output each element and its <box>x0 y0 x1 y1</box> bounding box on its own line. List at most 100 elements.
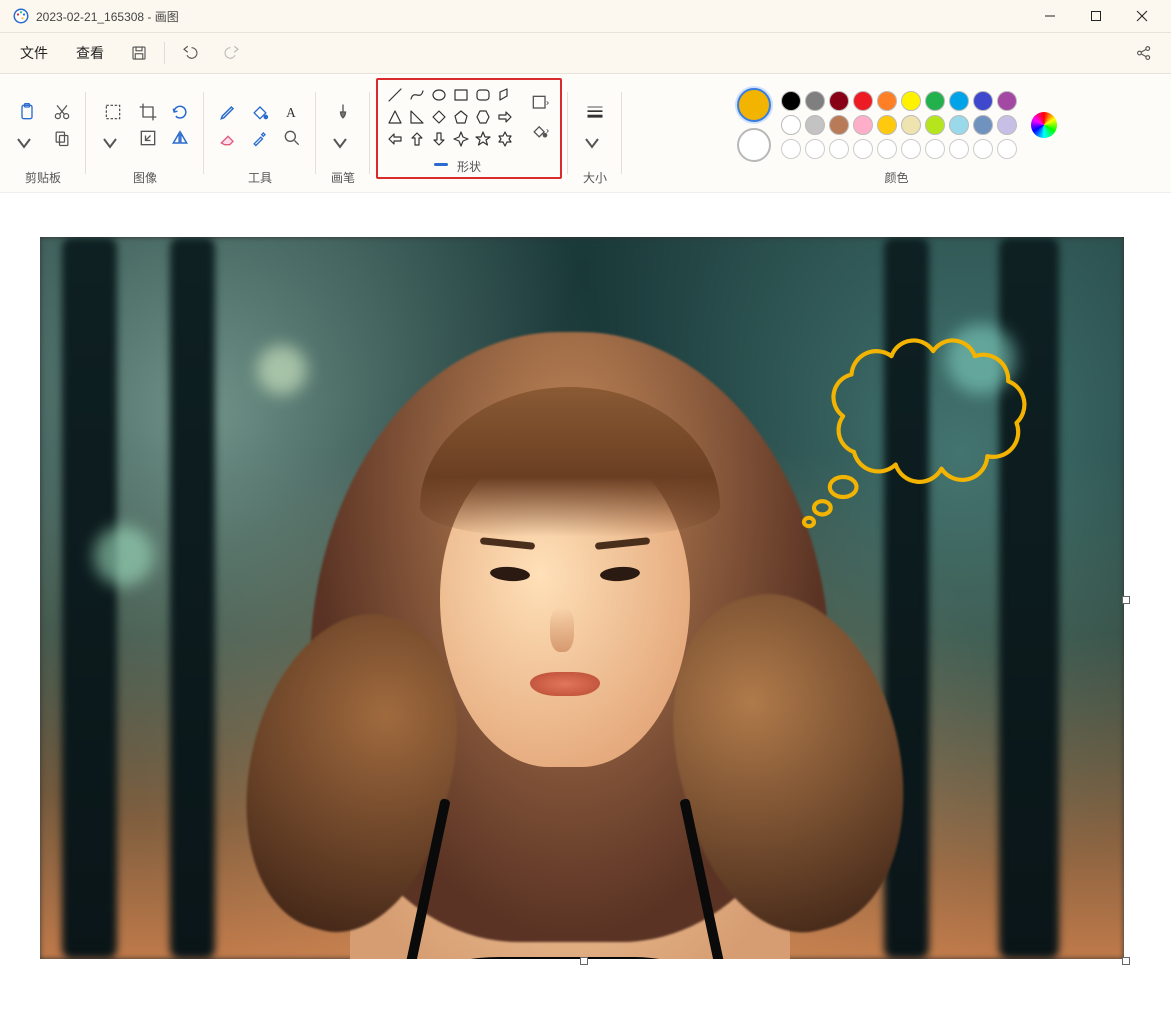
canvas-area <box>0 193 1171 1035</box>
color1-swatch[interactable] <box>737 88 771 122</box>
shape-6star[interactable] <box>494 128 516 150</box>
palette-empty[interactable] <box>901 139 921 159</box>
ribbon: 剪贴板 图像 <box>0 74 1171 193</box>
select-dropdown[interactable] <box>96 131 124 155</box>
thought-bubble-shape[interactable] <box>774 337 1054 537</box>
brush-dropdown[interactable] <box>326 131 354 155</box>
flip-button[interactable] <box>166 126 194 150</box>
palette-color[interactable] <box>949 115 969 135</box>
paste-button[interactable] <box>10 95 44 129</box>
shape-4star[interactable] <box>450 128 472 150</box>
brush-button[interactable] <box>326 95 360 129</box>
canvas-handle[interactable] <box>580 957 588 965</box>
text-tool[interactable]: A <box>278 100 306 124</box>
shape-triangle[interactable] <box>384 106 406 128</box>
shape-5star[interactable] <box>472 128 494 150</box>
palette-color[interactable] <box>805 91 825 111</box>
palette-empty[interactable] <box>781 139 801 159</box>
palette-color[interactable] <box>949 91 969 111</box>
cut-button[interactable] <box>48 100 76 124</box>
resize-button[interactable] <box>134 126 162 150</box>
magnifier-tool[interactable] <box>278 126 306 150</box>
undo-button[interactable] <box>173 36 207 70</box>
canvas-handle[interactable] <box>1122 957 1130 965</box>
palette-empty[interactable] <box>877 139 897 159</box>
palette-empty[interactable] <box>853 139 873 159</box>
select-tool[interactable] <box>96 95 130 129</box>
palette-empty[interactable] <box>997 139 1017 159</box>
shape-arrow-right[interactable] <box>494 106 516 128</box>
edit-colors-button[interactable] <box>1031 112 1057 138</box>
color2-swatch[interactable] <box>737 128 771 162</box>
canvas-handle[interactable] <box>1122 596 1130 604</box>
save-button[interactable] <box>122 36 156 70</box>
shape-curve[interactable] <box>406 84 428 106</box>
group-tools: A 工具 <box>204 74 316 192</box>
palette-color[interactable] <box>997 91 1017 111</box>
palette-color[interactable] <box>853 115 873 135</box>
palette-color[interactable] <box>997 115 1017 135</box>
palette-color[interactable] <box>901 115 921 135</box>
copy-button[interactable] <box>48 126 76 150</box>
titlebar: 2023-02-21_165308 - 画图 <box>0 0 1171 33</box>
palette-color[interactable] <box>925 91 945 111</box>
canvas[interactable] <box>40 237 1124 959</box>
palette-color[interactable] <box>805 115 825 135</box>
palette-empty[interactable] <box>925 139 945 159</box>
palette-color[interactable] <box>973 115 993 135</box>
menu-view[interactable]: 查看 <box>66 37 114 69</box>
shape-hexagon[interactable] <box>472 106 494 128</box>
share-button[interactable] <box>1127 36 1161 70</box>
palette-empty[interactable] <box>949 139 969 159</box>
eraser-tool[interactable] <box>214 126 242 150</box>
palette-color[interactable] <box>781 91 801 111</box>
group-colors: 颜色 <box>622 74 1171 192</box>
palette-color[interactable] <box>925 115 945 135</box>
palette-color[interactable] <box>829 91 849 111</box>
group-label-brushes: 画笔 <box>331 169 355 188</box>
palette-color[interactable] <box>877 91 897 111</box>
size-button[interactable] <box>578 95 612 129</box>
pencil-tool[interactable] <box>214 100 242 124</box>
palette-color[interactable] <box>781 115 801 135</box>
shape-polygon[interactable] <box>494 84 516 106</box>
paint-app-icon <box>12 7 30 25</box>
rotate-button[interactable] <box>166 100 194 124</box>
paste-dropdown[interactable] <box>10 131 38 155</box>
palette-empty[interactable] <box>805 139 825 159</box>
palette-color[interactable] <box>829 115 849 135</box>
group-size: 大小 <box>568 74 622 192</box>
shape-roundrect[interactable] <box>472 84 494 106</box>
shapes-gallery[interactable] <box>384 84 516 150</box>
shape-arrow-left[interactable] <box>384 128 406 150</box>
maximize-button[interactable] <box>1073 0 1119 32</box>
close-button[interactable] <box>1119 0 1165 32</box>
palette-empty[interactable] <box>829 139 849 159</box>
palette-color[interactable] <box>853 91 873 111</box>
crop-button[interactable] <box>134 100 162 124</box>
palette-color[interactable] <box>901 91 921 111</box>
redo-button[interactable] <box>215 36 249 70</box>
shape-oval[interactable] <box>428 84 450 106</box>
shape-diamond[interactable] <box>428 106 450 128</box>
picker-tool[interactable] <box>246 126 274 150</box>
palette-color[interactable] <box>973 91 993 111</box>
shape-pentagon[interactable] <box>450 106 472 128</box>
shape-arrow-up[interactable] <box>406 128 428 150</box>
size-dropdown[interactable] <box>578 131 606 155</box>
shape-line[interactable] <box>384 84 406 106</box>
palette-color[interactable] <box>877 115 897 135</box>
shape-arrow-down[interactable] <box>428 128 450 150</box>
shape-fill-button[interactable] <box>526 119 554 143</box>
shape-outline-button[interactable] <box>526 91 554 115</box>
fill-tool[interactable] <box>246 100 274 124</box>
group-label-size: 大小 <box>583 169 607 188</box>
group-label-clipboard: 剪贴板 <box>25 169 61 188</box>
group-label-colors: 颜色 <box>884 169 908 188</box>
shape-rect[interactable] <box>450 84 472 106</box>
shape-right-triangle[interactable] <box>406 106 428 128</box>
minimize-button[interactable] <box>1027 0 1073 32</box>
palette-empty[interactable] <box>973 139 993 159</box>
menu-file[interactable]: 文件 <box>10 37 58 69</box>
group-image: 图像 <box>86 74 204 192</box>
